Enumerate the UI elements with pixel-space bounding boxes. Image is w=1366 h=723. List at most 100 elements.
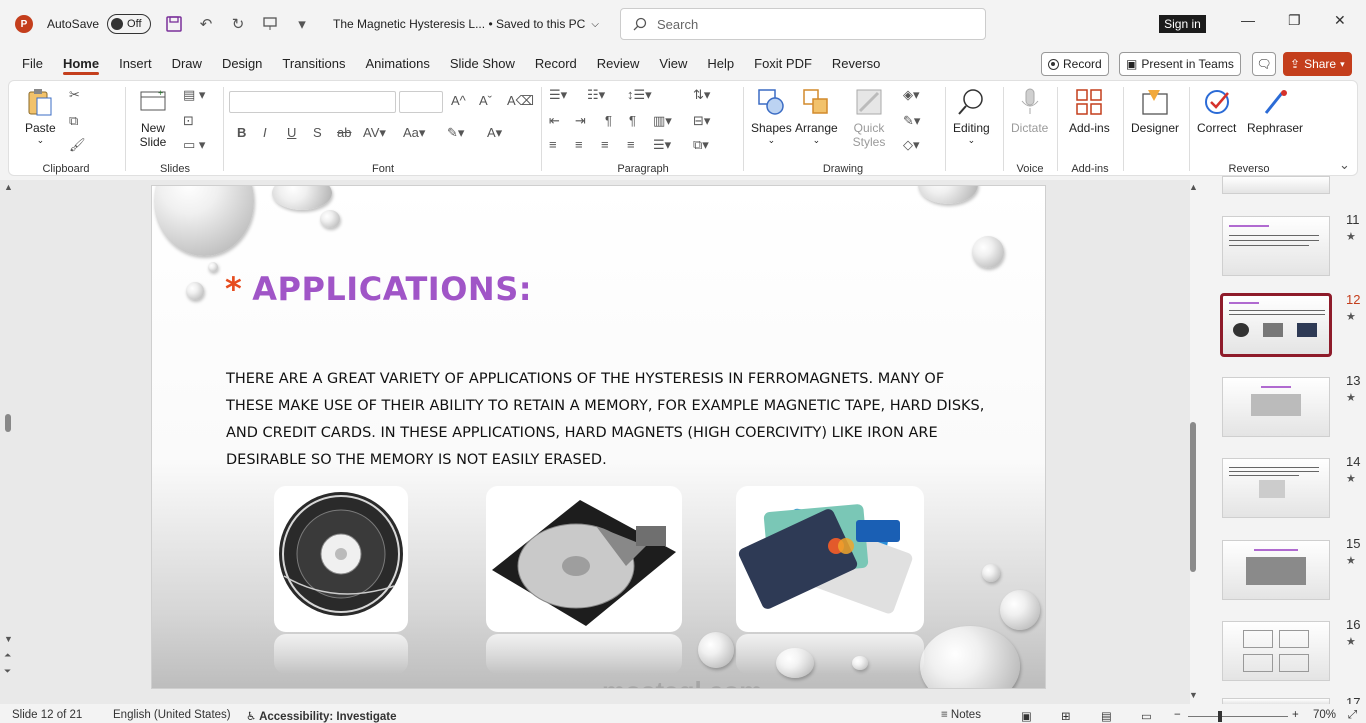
- scroll-up-icon[interactable]: ▲: [1189, 182, 1198, 192]
- slide-thumbnail-14[interactable]: [1222, 458, 1330, 518]
- minimize-icon[interactable]: —: [1241, 12, 1255, 28]
- decrease-indent-icon[interactable]: ⇤: [549, 113, 560, 129]
- addins-button[interactable]: Add-ins: [1069, 87, 1110, 135]
- new-slide-button[interactable]: + New Slide: [133, 87, 173, 149]
- zoom-out-icon[interactable]: −: [1174, 709, 1181, 721]
- strikethrough-icon[interactable]: ab: [337, 125, 351, 140]
- rephraser-button[interactable]: Rephraser: [1247, 87, 1303, 135]
- tab-review[interactable]: Review: [587, 48, 650, 78]
- line-spacing-icon[interactable]: ↕☰▾: [627, 87, 652, 103]
- align-right-icon[interactable]: ≡: [601, 137, 609, 152]
- bold-icon[interactable]: B: [237, 125, 246, 140]
- zoom-slider-handle[interactable]: [1218, 711, 1222, 722]
- save-icon[interactable]: [165, 15, 183, 33]
- align-left-icon[interactable]: ≡: [549, 137, 557, 152]
- magnetic-tape-image[interactable]: [274, 486, 408, 632]
- redo-icon[interactable]: ↻: [229, 15, 247, 33]
- collapse-ribbon-icon[interactable]: ⌄: [1339, 157, 1350, 173]
- fit-to-window-icon[interactable]: ⤢: [1348, 709, 1357, 722]
- reset-icon[interactable]: ⊡: [183, 113, 194, 129]
- increase-font-size-icon[interactable]: A^: [451, 93, 466, 108]
- shape-fill-icon[interactable]: ◈▾: [903, 87, 920, 103]
- comments-button[interactable]: 🗨: [1252, 52, 1276, 76]
- slide-show-icon[interactable]: ▭: [1141, 709, 1152, 723]
- scroll-down-icon[interactable]: ▼: [4, 634, 13, 644]
- reading-view-icon[interactable]: ▤: [1101, 709, 1112, 723]
- editor-vertical-scrollbar[interactable]: ▲ ▼: [1186, 180, 1200, 704]
- scrollbar-thumb[interactable]: [1190, 422, 1196, 572]
- slide-title[interactable]: * APPLICATIONS:: [225, 270, 532, 308]
- shape-effects-icon[interactable]: ◇▾: [903, 137, 920, 153]
- tab-slide-show[interactable]: Slide Show: [440, 48, 525, 78]
- notes-button[interactable]: ≡ Notes: [941, 709, 981, 721]
- smartart-icon[interactable]: ⧉▾: [693, 137, 709, 153]
- tab-reverso[interactable]: Reverso: [822, 48, 890, 78]
- scroll-down-icon[interactable]: ▼: [1189, 690, 1198, 700]
- tab-file[interactable]: File: [12, 48, 53, 78]
- tab-transitions[interactable]: Transitions: [272, 48, 355, 78]
- slide-thumbnail-15[interactable]: [1222, 540, 1330, 600]
- cut-icon[interactable]: ✂: [69, 87, 80, 103]
- designer-button[interactable]: Designer: [1131, 87, 1179, 135]
- align-center-icon[interactable]: ≡: [575, 137, 583, 152]
- shadow-icon[interactable]: S: [313, 125, 322, 140]
- present-from-start-icon[interactable]: [261, 15, 279, 33]
- tab-record[interactable]: Record: [525, 48, 587, 78]
- previous-slide-icon[interactable]: ⏶: [4, 650, 11, 661]
- tab-design[interactable]: Design: [212, 48, 272, 78]
- shapes-button[interactable]: Shapes ⌄: [751, 87, 792, 146]
- record-button[interactable]: Record: [1041, 52, 1109, 76]
- slide-thumbnail-11[interactable]: [1222, 216, 1330, 276]
- tab-home[interactable]: Home: [53, 48, 109, 78]
- increase-indent-icon[interactable]: ⇥: [575, 113, 586, 129]
- slide-thumbnail-13[interactable]: [1222, 377, 1330, 437]
- tab-foxit-pdf[interactable]: Foxit PDF: [744, 48, 822, 78]
- slide-thumbnail-12[interactable]: [1220, 293, 1332, 357]
- slide-sorter-icon[interactable]: ⊞: [1061, 709, 1071, 723]
- language-indicator[interactable]: English (United States): [113, 709, 231, 721]
- distributed-icon[interactable]: ☰▾: [653, 137, 671, 153]
- dictate-button[interactable]: Dictate: [1011, 87, 1048, 135]
- slide-thumbnail-16[interactable]: [1222, 621, 1330, 681]
- change-case-icon[interactable]: Aa▾: [403, 125, 425, 141]
- ltr-icon[interactable]: ¶: [605, 113, 612, 128]
- search-box[interactable]: Search: [620, 8, 986, 40]
- slide-thumbnail-10[interactable]: [1222, 176, 1330, 194]
- paste-button[interactable]: Paste ⌄: [25, 87, 56, 146]
- tab-insert[interactable]: Insert: [109, 48, 162, 78]
- scroll-up-icon[interactable]: ▲: [4, 182, 13, 192]
- normal-view-icon[interactable]: ▣: [1021, 709, 1032, 723]
- italic-icon[interactable]: I: [263, 125, 267, 140]
- zoom-level[interactable]: 70%: [1313, 709, 1336, 721]
- tab-help[interactable]: Help: [697, 48, 744, 78]
- slide-canvas[interactable]: * APPLICATIONS: THERE ARE A GREAT VARIETY…: [151, 185, 1046, 689]
- credit-cards-image[interactable]: [736, 486, 924, 632]
- correct-button[interactable]: Correct: [1197, 87, 1236, 135]
- hard-disk-image[interactable]: [486, 486, 682, 632]
- accessibility-indicator[interactable]: ♿ Accessibility: Investigate: [246, 709, 397, 723]
- next-slide-icon[interactable]: ⏷: [4, 666, 11, 677]
- close-icon[interactable]: ✕: [1334, 12, 1346, 29]
- tab-animations[interactable]: Animations: [356, 48, 440, 78]
- shape-outline-icon[interactable]: ✎▾: [903, 113, 920, 129]
- underline-icon[interactable]: U: [287, 125, 296, 140]
- editing-button[interactable]: Editing ⌄: [953, 87, 990, 146]
- chevron-down-icon[interactable]: ⌵: [591, 19, 599, 30]
- character-spacing-icon[interactable]: AV▾: [363, 125, 386, 141]
- customize-toolbar-icon[interactable]: ▾: [293, 15, 311, 33]
- quick-styles-button[interactable]: Quick Styles: [849, 87, 889, 149]
- bullets-icon[interactable]: ☰▾: [549, 87, 567, 103]
- decrease-font-size-icon[interactable]: Aˇ: [479, 93, 492, 108]
- columns-icon[interactable]: ▥▾: [653, 113, 672, 129]
- highlight-icon[interactable]: ✎▾: [447, 125, 464, 141]
- clear-formatting-icon[interactable]: A⌫: [507, 93, 534, 109]
- font-size-select[interactable]: [399, 91, 443, 113]
- slide-body-text[interactable]: THERE ARE A GREAT VARIETY OF APPLICATION…: [226, 366, 986, 474]
- undo-icon[interactable]: ↶: [197, 15, 215, 33]
- layout-icon[interactable]: ▤ ▾: [183, 87, 205, 103]
- format-painter-icon[interactable]: 🖌: [69, 137, 86, 153]
- font-family-select[interactable]: [229, 91, 396, 113]
- share-button[interactable]: ⇪ Share ▾: [1283, 52, 1352, 76]
- text-direction-icon[interactable]: ⇅▾: [693, 87, 710, 103]
- font-color-icon[interactable]: A▾: [487, 125, 502, 141]
